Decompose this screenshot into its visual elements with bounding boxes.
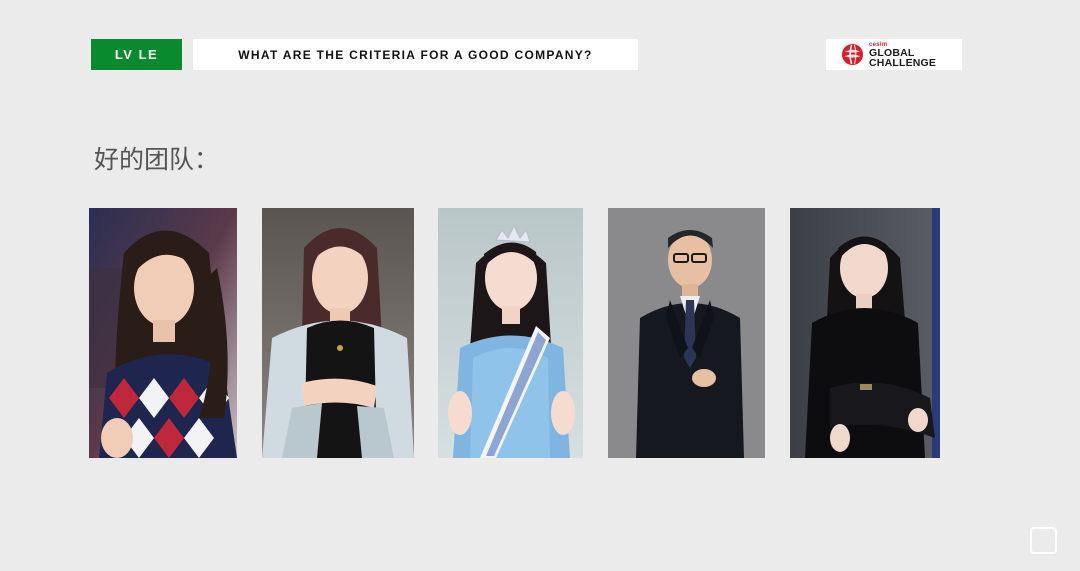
question-text: WHAT ARE THE CRITERIA FOR A GOOD COMPANY… [238,47,593,62]
team-label: LV LE [114,47,159,62]
square-outline-icon[interactable] [1030,527,1057,554]
cesim-globe-icon [841,43,864,66]
logo-line-2: CHALLENGE [869,56,937,69]
question-bar: WHAT ARE THE CRITERIA FOR A GOOD COMPANY… [193,39,638,70]
team-member-photo-3 [438,208,583,458]
logo-line-1: GLOBAL [869,46,915,59]
team-member-photo-5 [790,208,940,458]
team-member-photo-4 [608,208,765,458]
team-member-photo-2 [262,208,414,458]
team-badge: LV LE [91,39,182,70]
section-heading: 好的团队： [94,145,220,174]
cesim-logo: cesim GLOBAL CHALLENGE [826,39,962,70]
team-member-photo-1 [89,208,237,458]
